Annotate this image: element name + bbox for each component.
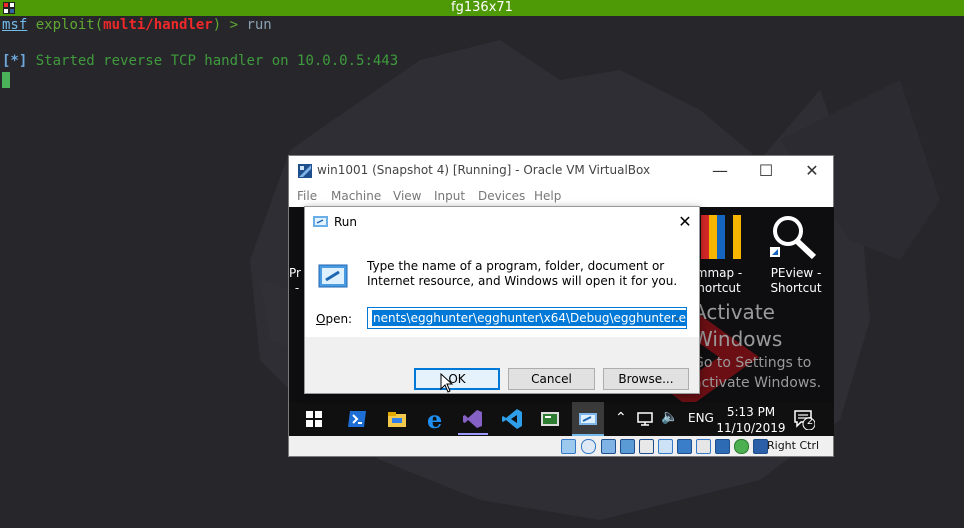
- notification-count: 2: [806, 416, 814, 427]
- open-input-value: nents\egghunter\egghunter\x64\Debug\eggh…: [372, 310, 686, 326]
- windows-taskbar: e ⌃ 🔈 ENG 5:13 PM 11/10/2019 2: [289, 402, 834, 436]
- virtualbox-menu-bar: File Machine View Input Devices Help: [289, 186, 833, 208]
- menu-input[interactable]: Input: [434, 189, 465, 203]
- terminal-title: fg136x71: [451, 0, 513, 15]
- file-explorer-icon[interactable]: [386, 408, 408, 430]
- peview-icon[interactable]: [770, 213, 820, 261]
- vm-console-icon[interactable]: [539, 408, 561, 430]
- virtualbox-status-bar: Right Ctrl: [289, 436, 833, 456]
- terminal-prompt-line: msf exploit(multi/handler) > run: [2, 16, 272, 34]
- close-window-button[interactable]: ✕: [797, 159, 827, 183]
- menu-machine[interactable]: Machine: [331, 189, 381, 203]
- menu-devices[interactable]: Devices: [478, 189, 525, 203]
- activate-windows-title: Activate Windows: [693, 300, 783, 351]
- msf-prompt: msf: [2, 17, 28, 33]
- run-title: Run: [334, 215, 358, 229]
- virtualbox-title-bar[interactable]: win1001 (Snapshot 4) [Running] - Oracle …: [289, 156, 833, 186]
- taskbar-clock[interactable]: 5:13 PM 11/10/2019: [716, 404, 786, 436]
- exploit-prefix: exploit(: [27, 17, 104, 33]
- activate-windows-subtitle: Go to Settings to activate Windows.: [693, 355, 822, 391]
- mouse-integration-icon[interactable]: [753, 439, 768, 454]
- clock-date: 11/10/2019: [716, 421, 786, 435]
- virtualbox-icon: [298, 164, 312, 178]
- clock-time: 5:13 PM: [726, 405, 776, 419]
- exploit-suffix: ) >: [212, 17, 247, 33]
- nmap-icon[interactable]: [701, 215, 743, 259]
- vscode-icon[interactable]: [501, 408, 523, 430]
- menu-help[interactable]: Help: [534, 189, 561, 203]
- cpu-icon[interactable]: [715, 439, 730, 454]
- chevron-up-icon[interactable]: ⌃: [615, 410, 627, 426]
- usb-icon[interactable]: [639, 439, 654, 454]
- module-name: multi/handler: [103, 17, 213, 33]
- status-bracket: [*]: [2, 53, 28, 69]
- peview-shortcut-label[interactable]: PEview - Shortcut: [763, 266, 829, 296]
- open-label: Open:: [316, 312, 353, 326]
- status-text: Started reverse TCP handler on 10.0.0.5:…: [27, 53, 399, 69]
- recording-icon[interactable]: [696, 439, 711, 454]
- command-text: run: [246, 17, 272, 33]
- terminal-status-line: [*] Started reverse TCP handler on 10.0.…: [2, 52, 398, 70]
- run-taskbar-icon[interactable]: [577, 408, 599, 430]
- vs-active-indicator: [458, 433, 488, 435]
- run-title-bar[interactable]: Run ✕: [305, 207, 699, 237]
- language-indicator[interactable]: ENG: [688, 411, 714, 425]
- audio-icon[interactable]: [601, 439, 616, 454]
- host-key-label: Right Ctrl: [767, 439, 820, 452]
- cancel-button[interactable]: Cancel: [508, 368, 595, 390]
- terminal-title-bar[interactable]: fg136x71: [0, 0, 964, 16]
- run-program-icon: [318, 264, 348, 288]
- visual-studio-icon[interactable]: [462, 408, 484, 430]
- run-close-button[interactable]: ✕: [675, 213, 695, 231]
- ok-button[interactable]: OK: [414, 368, 500, 390]
- maximize-button[interactable]: ☐: [751, 159, 781, 183]
- browse-button[interactable]: Browse...: [603, 368, 689, 390]
- optical-drive-icon[interactable]: [581, 439, 596, 454]
- menu-file[interactable]: File: [297, 189, 317, 203]
- run-dialog[interactable]: Run ✕ Type the name of a program, folder…: [304, 206, 700, 394]
- open-input[interactable]: nents\egghunter\egghunter\x64\Debug\eggh…: [367, 307, 687, 329]
- run-title-icon: [313, 216, 328, 227]
- powershell-icon[interactable]: [346, 408, 368, 430]
- mouse-pointer-icon: [440, 373, 454, 393]
- hidden-shortcut-label[interactable]: Pr -: [289, 266, 305, 296]
- virtualbox-title: win1001 (Snapshot 4) [Running] - Oracle …: [317, 163, 651, 177]
- run-description: Type the name of a program, folder, docu…: [367, 259, 678, 288]
- network-adapter-icon[interactable]: [620, 439, 635, 454]
- terminal-cursor: [2, 72, 10, 88]
- start-windows-icon[interactable]: [303, 408, 325, 430]
- shared-folders-icon[interactable]: [658, 439, 673, 454]
- network-icon[interactable]: [637, 412, 653, 426]
- display-icon[interactable]: [677, 439, 692, 454]
- volume-icon[interactable]: 🔈: [661, 409, 678, 425]
- minimize-button[interactable]: —: [705, 159, 735, 183]
- edge-icon[interactable]: e: [427, 405, 442, 434]
- chevron-down-icon[interactable]: ⌄: [670, 310, 684, 326]
- menu-view[interactable]: View: [393, 189, 421, 203]
- vt-x-icon[interactable]: [734, 439, 749, 454]
- hard-disk-icon[interactable]: [561, 439, 576, 454]
